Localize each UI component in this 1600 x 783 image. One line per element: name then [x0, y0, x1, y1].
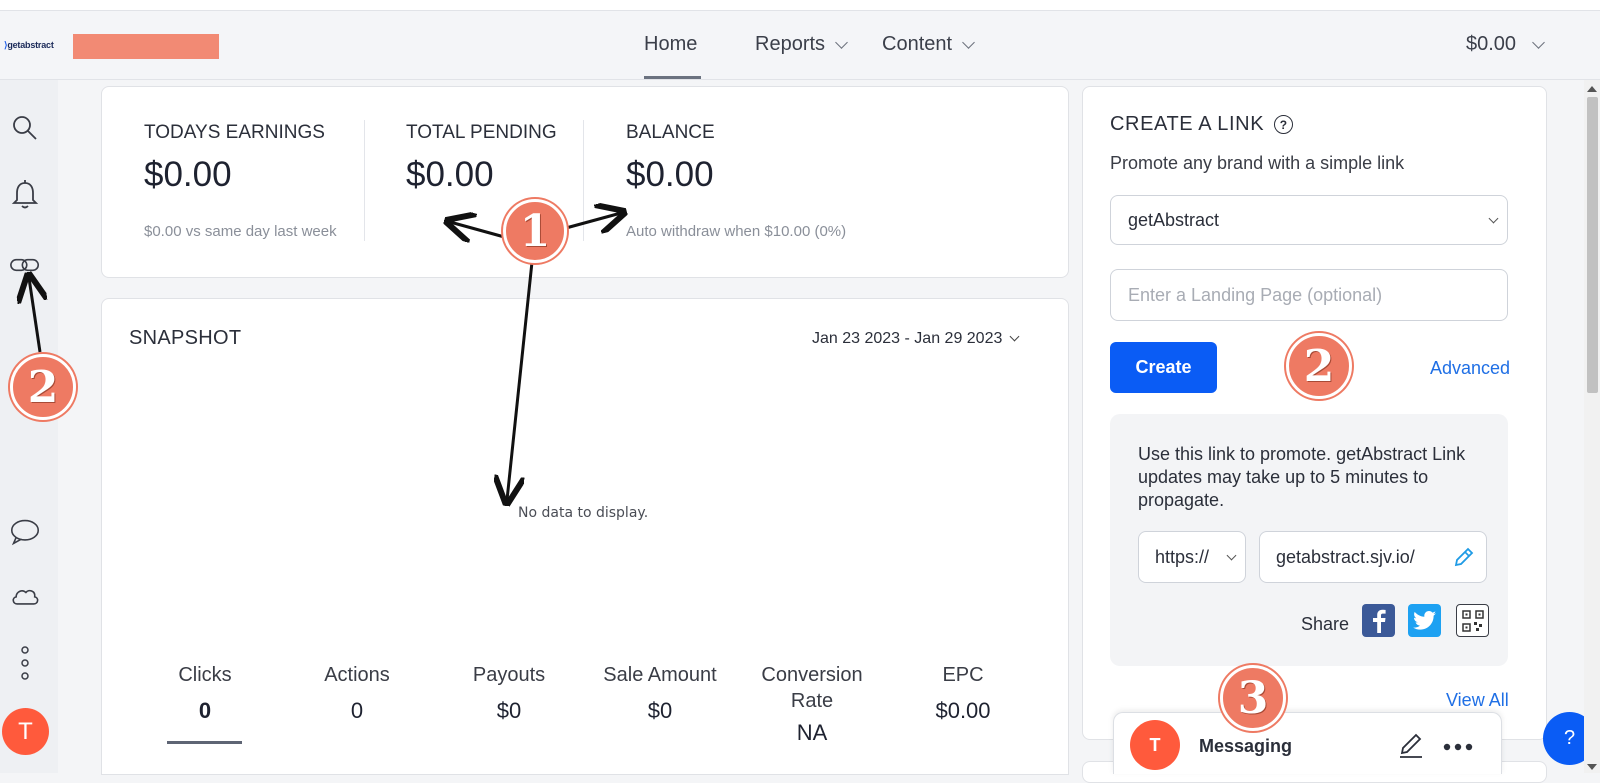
arrow-to-balance	[565, 213, 621, 228]
annotation-arrows	[0, 0, 1600, 773]
annotation-badge-2: 2	[1286, 333, 1352, 399]
arrow-to-link-icon	[29, 278, 40, 353]
arrow-to-chart	[507, 261, 534, 500]
arrow-to-total-pending	[450, 222, 509, 238]
annotation-badge-2: 2	[10, 354, 76, 420]
annotation-badge-1: 1	[503, 199, 567, 263]
annotation-badge-3: 3	[1220, 665, 1286, 731]
